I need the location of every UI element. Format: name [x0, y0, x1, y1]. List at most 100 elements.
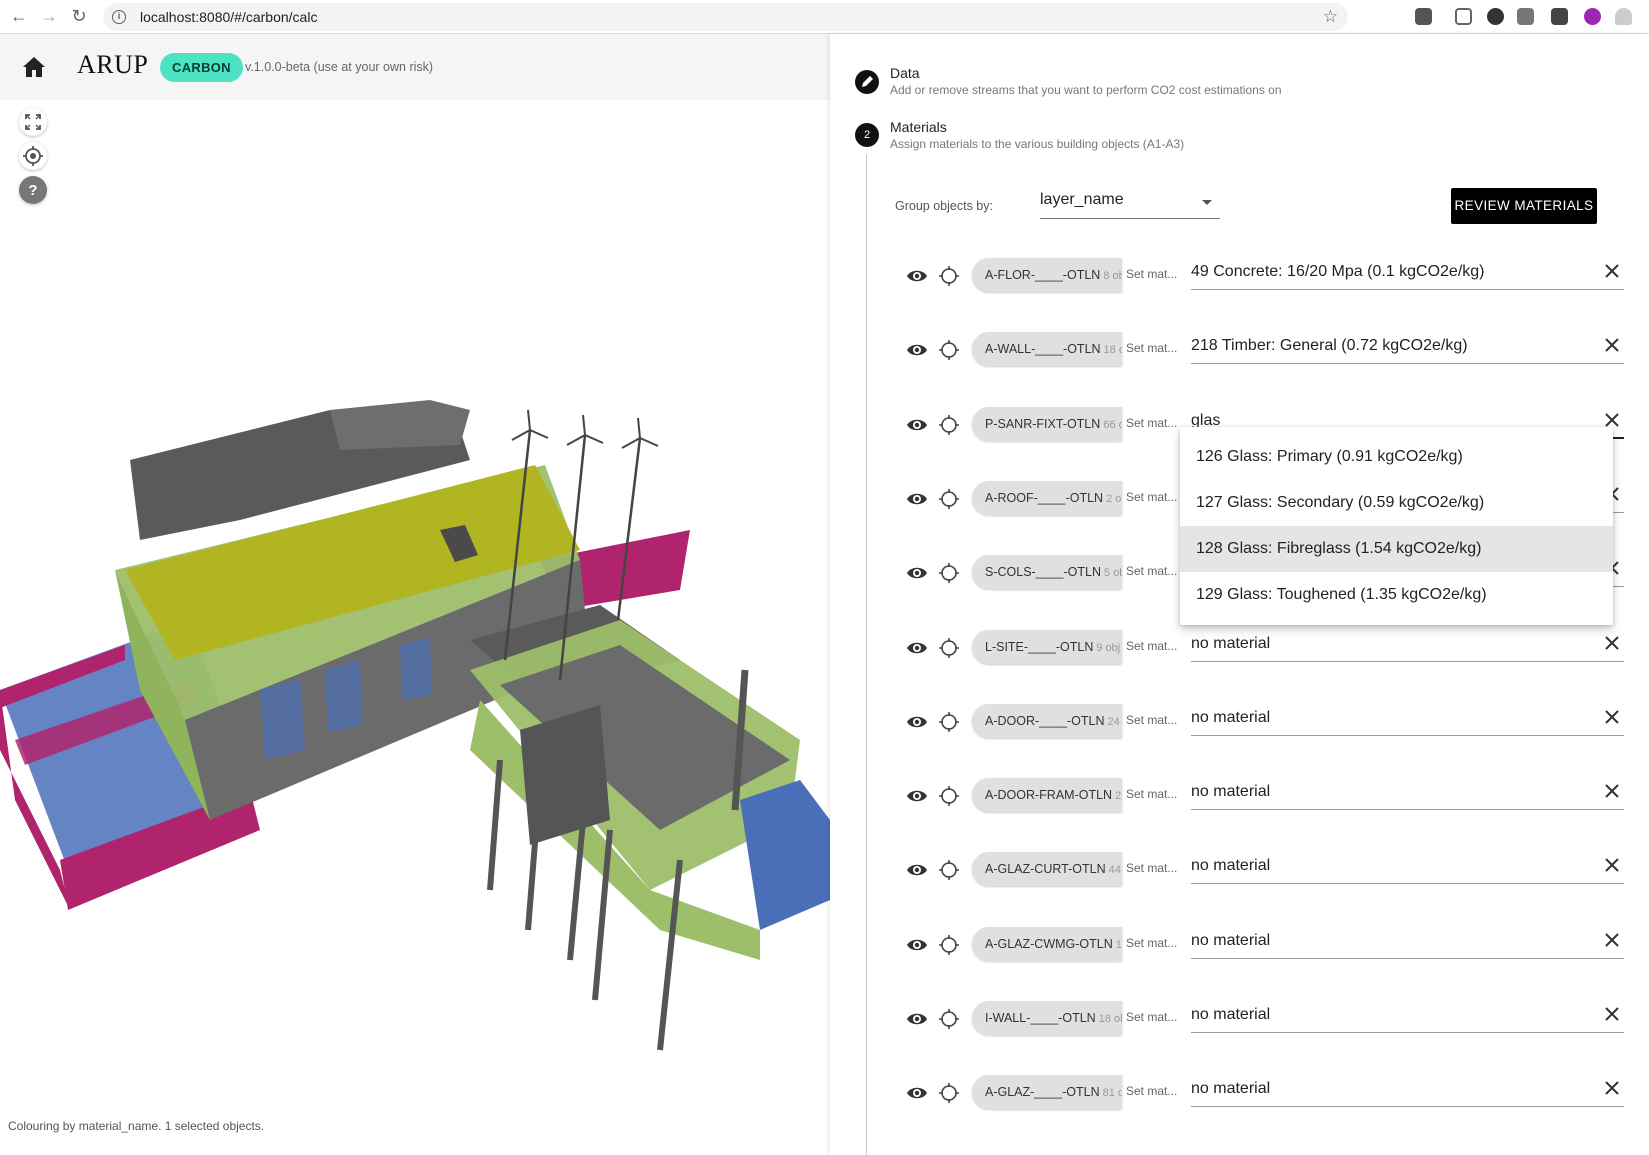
select-target-icon[interactable] [938, 339, 960, 361]
clear-icon[interactable] [1604, 412, 1620, 428]
select-target-icon[interactable] [938, 637, 960, 659]
select-target-icon[interactable] [938, 265, 960, 287]
layer-chip[interactable]: A-GLAZ-CURT-OTLN44 obj [972, 852, 1122, 886]
layer-chip[interactable]: A-WALL-____-OTLN18 obj [972, 332, 1122, 366]
material-value: 49 Concrete: 16/20 Mpa (0.1 kgCO2e/kg) [1191, 263, 1485, 280]
select-target-icon[interactable] [938, 785, 960, 807]
layer-object-count: 81 obj [1102, 1087, 1122, 1099]
layer-object-count: 66 obj [1103, 419, 1122, 431]
select-target-icon[interactable] [938, 562, 960, 584]
extension-card-icon[interactable] [1551, 8, 1568, 25]
home-icon[interactable] [22, 56, 46, 78]
layer-object-count: 44 obj [1108, 864, 1122, 876]
layer-chip[interactable]: A-FLOR-____-OTLN8 obj [972, 258, 1122, 292]
clear-icon[interactable] [1604, 263, 1620, 279]
visibility-eye-icon[interactable] [906, 417, 928, 433]
visibility-eye-icon[interactable] [906, 1011, 928, 1027]
extension-camera-icon[interactable] [1455, 8, 1472, 25]
material-input[interactable]: 218 Timber: General (0.72 kgCO2e/kg) [1191, 328, 1624, 364]
layer-name: A-WALL-____-OTLN [985, 342, 1101, 356]
pencil-icon [862, 76, 873, 87]
clear-icon[interactable] [1604, 1080, 1620, 1096]
layer-chip[interactable]: A-DOOR-FRAM-OTLN2 obj [972, 778, 1122, 812]
cloud-icon[interactable] [1615, 8, 1632, 25]
clear-icon[interactable] [1604, 635, 1620, 651]
clear-icon[interactable] [1604, 1006, 1620, 1022]
building-3d-model[interactable] [0, 100, 830, 1100]
step-edit-badge[interactable] [855, 70, 879, 94]
visibility-eye-icon[interactable] [906, 565, 928, 581]
step-data-title[interactable]: Data [890, 65, 920, 81]
clear-icon[interactable] [1604, 857, 1620, 873]
select-target-icon[interactable] [938, 934, 960, 956]
layer-chip[interactable]: S-COLS-____-OTLN5 obj [972, 555, 1122, 589]
select-target-icon[interactable] [938, 414, 960, 436]
material-input[interactable]: 49 Concrete: 16/20 Mpa (0.1 kgCO2e/kg) [1191, 254, 1624, 290]
back-icon[interactable]: ← [8, 5, 30, 27]
layer-chip[interactable]: A-GLAZ-____-OTLN81 obj [972, 1075, 1122, 1109]
address-bar[interactable]: i localhost:8080/#/carbon/calc ☆ [103, 3, 1348, 31]
extension-shield-icon[interactable] [1415, 8, 1432, 25]
review-materials-button[interactable]: REVIEW MATERIALS [1451, 188, 1597, 224]
material-input[interactable]: no material [1191, 997, 1624, 1033]
layer-chip[interactable]: A-ROOF-____-OTLN2 obj [972, 481, 1122, 515]
layer-name: S-COLS-____-OTLN [985, 565, 1102, 579]
select-target-icon[interactable] [938, 859, 960, 881]
layer-name: A-GLAZ-CURT-OTLN [985, 862, 1106, 876]
material-input[interactable]: no material [1191, 1071, 1624, 1107]
reload-icon[interactable]: ↻ [68, 5, 90, 27]
clear-icon[interactable] [1604, 783, 1620, 799]
visibility-eye-icon[interactable] [906, 268, 928, 284]
layer-chip[interactable]: A-DOOR-____-OTLN24 obj [972, 704, 1122, 738]
extension-circle-icon[interactable] [1487, 8, 1504, 25]
clear-icon[interactable] [1604, 337, 1620, 353]
layer-chip[interactable]: L-SITE-____-OTLN 9 obj [972, 630, 1122, 664]
visibility-eye-icon[interactable] [906, 491, 928, 507]
clear-icon[interactable] [1604, 709, 1620, 725]
visibility-eye-icon[interactable] [906, 714, 928, 730]
visibility-eye-icon[interactable] [906, 342, 928, 358]
material-input[interactable]: no material [1191, 848, 1624, 884]
extension-box-icon[interactable] [1517, 8, 1534, 25]
group-by-select[interactable]: layer_name [1040, 187, 1220, 219]
material-input[interactable]: no material [1191, 923, 1624, 959]
visibility-eye-icon[interactable] [906, 862, 928, 878]
menu-option[interactable]: 126 Glass: Primary (0.91 kgCO2e/kg) [1180, 434, 1613, 480]
select-target-icon[interactable] [938, 1008, 960, 1030]
select-target-icon[interactable] [938, 1082, 960, 1104]
visibility-eye-icon[interactable] [906, 640, 928, 656]
status-text: Colouring by material_name. 1 selected o… [8, 1119, 265, 1133]
visibility-eye-icon[interactable] [906, 937, 928, 953]
menu-option[interactable]: 129 Glass: Toughened (1.35 kgCO2e/kg) [1180, 572, 1613, 618]
step-materials-title[interactable]: Materials [890, 119, 947, 135]
clear-icon[interactable] [1604, 932, 1620, 948]
layer-chip[interactable]: I-WALL-____-OTLN18 obj [972, 1001, 1122, 1035]
layer-object-count: 24 obj [1107, 716, 1122, 728]
model-viewer[interactable]: ARUP CARBON v.1.0.0-beta (use at your ow… [0, 34, 830, 1155]
site-info-icon[interactable]: i [112, 10, 126, 24]
step-materials-subtitle: Assign materials to the various building… [890, 137, 1185, 151]
layer-chip[interactable]: A-GLAZ-CWMG-OTLN1 obj [972, 927, 1122, 961]
forward-icon[interactable]: → [38, 5, 60, 27]
material-input[interactable]: no material [1191, 700, 1624, 736]
visibility-eye-icon[interactable] [906, 788, 928, 804]
step-2-badge[interactable]: 2 [855, 123, 879, 147]
layer-object-count: 2 obj [1106, 493, 1122, 505]
select-target-icon[interactable] [938, 488, 960, 510]
material-row: A-DOOR-____-OTLN24 obj Set mat... no mater… [830, 698, 1649, 758]
profile-avatar-icon[interactable] [1584, 8, 1601, 25]
select-target-icon[interactable] [938, 711, 960, 733]
material-input[interactable]: no material [1191, 774, 1624, 810]
set-material-label: Set mat... [1126, 490, 1178, 504]
visibility-eye-icon[interactable] [906, 1085, 928, 1101]
arup-logo: ARUP [77, 50, 149, 79]
menu-option[interactable]: 127 Glass: Secondary (0.59 kgCO2e/kg) [1180, 480, 1613, 526]
menu-option-highlighted[interactable]: 128 Glass: Fibreglass (1.54 kgCO2e/kg) [1180, 526, 1613, 572]
set-material-label: Set mat... [1126, 416, 1178, 430]
layer-chip[interactable]: P-SANR-FIXT-OTLN66 obj [972, 407, 1122, 441]
layer-name: A-ROOF-____-OTLN [985, 491, 1104, 505]
material-input[interactable]: no material [1191, 626, 1624, 662]
material-row: I-WALL-____-OTLN18 obj Set mat... no mater… [830, 995, 1649, 1055]
step-data-subtitle: Add or remove streams that you want to p… [890, 83, 1282, 97]
bookmark-star-icon[interactable]: ☆ [1323, 7, 1338, 27]
